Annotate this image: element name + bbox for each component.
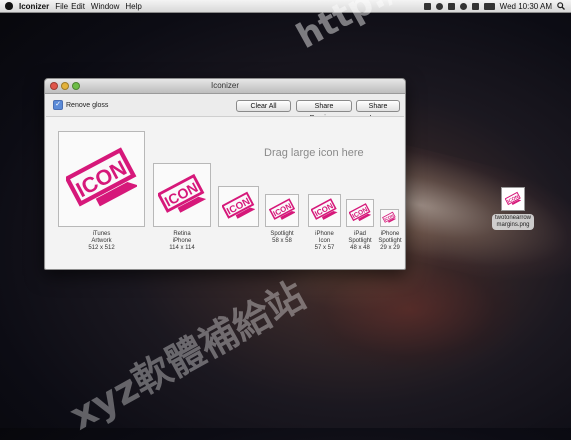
menu-window[interactable]: Window [91,2,119,11]
png-file-icon[interactable] [501,187,525,211]
icon-slot-itunes-artwork[interactable] [58,131,145,227]
icon-slot-iphone-icon[interactable] [308,194,341,227]
caption-spotlight-58: Spotlight 58 x 58 [270,231,294,244]
menu-help[interactable]: Help [125,2,141,11]
volume-icon[interactable] [471,2,479,10]
share-icons-button[interactable]: Share Icons [356,100,400,122]
caption-itunes-artwork: iTunes Artwork 512 x 512 [88,231,115,251]
icon-preview-art [268,199,296,224]
icon-slot-3[interactable] [218,186,259,227]
menu-file[interactable]: File [55,2,68,11]
desktop-file-label[interactable]: twotonearrow margins.png [491,214,535,230]
icon-preview-art [158,174,206,219]
status-extra-icon[interactable] [423,2,431,10]
remove-gloss-checkbox[interactable]: ✓ [53,100,63,110]
window-title: Iconizer [210,81,239,90]
file-thumbnail-art [505,191,521,207]
apple-menu-icon[interactable] [5,2,13,10]
caption-iphone-spotlight: iPhone Spotlight 29 x 29 [378,231,402,251]
time-machine-icon[interactable] [435,2,443,10]
caption-iphone-icon: iPhone Icon 57 x 57 [314,231,335,251]
caption-ipad-spotlight: iPad Spotlight 48 x 48 [348,231,372,251]
share-previews-button[interactable]: Share Previews [296,100,352,122]
menu-edit[interactable]: Edit [71,2,85,11]
menu-clock[interactable]: Wed 10:30 AM [500,2,552,11]
watermark-site: xyz軟體補給站 [62,273,313,439]
icon-slot-retina-iphone[interactable] [153,163,211,227]
icon-preview-art [222,192,255,223]
window-toolbar: ✓ Renove gloss Clear All Share Previews … [45,94,405,122]
icon-slot-ipad-spotlight[interactable] [346,199,374,227]
icon-preview-art [66,140,137,219]
clear-all-button[interactable]: Clear All [236,100,291,112]
iconizer-window: Iconizer ✓ Renove gloss Clear All Share … [44,78,406,270]
window-titlebar[interactable]: Iconizer [45,79,405,94]
wifi-icon[interactable] [459,2,467,10]
desktop-file-png[interactable]: twotonearrow margins.png [480,187,546,230]
drop-hint: Drag large icon here [264,147,364,159]
icon-drop-area[interactable]: Drag large icon here iTunes Artwork 512 x … [46,116,404,269]
remove-gloss-label: Renove gloss [66,101,109,109]
icon-preview-art [311,199,338,224]
icon-preview-art [382,212,397,225]
icon-slot-spotlight-58[interactable] [265,194,299,227]
menu-app-name[interactable]: Iconizer [19,2,49,11]
status-area: Wed 10:30 AM [423,0,565,12]
icon-slot-iphone-spotlight[interactable] [380,209,399,227]
remove-gloss-option[interactable]: ✓ Renove gloss [53,100,108,110]
battery-icon[interactable] [483,2,495,10]
bluetooth-icon[interactable] [447,2,455,10]
icon-preview-art [349,203,371,224]
caption-retina-iphone: Retina iPhone 114 x 114 [169,231,195,251]
spotlight-search-icon[interactable] [557,2,565,10]
menu-bar: Iconizer File Edit Window Help Wed 10:30… [0,0,571,13]
